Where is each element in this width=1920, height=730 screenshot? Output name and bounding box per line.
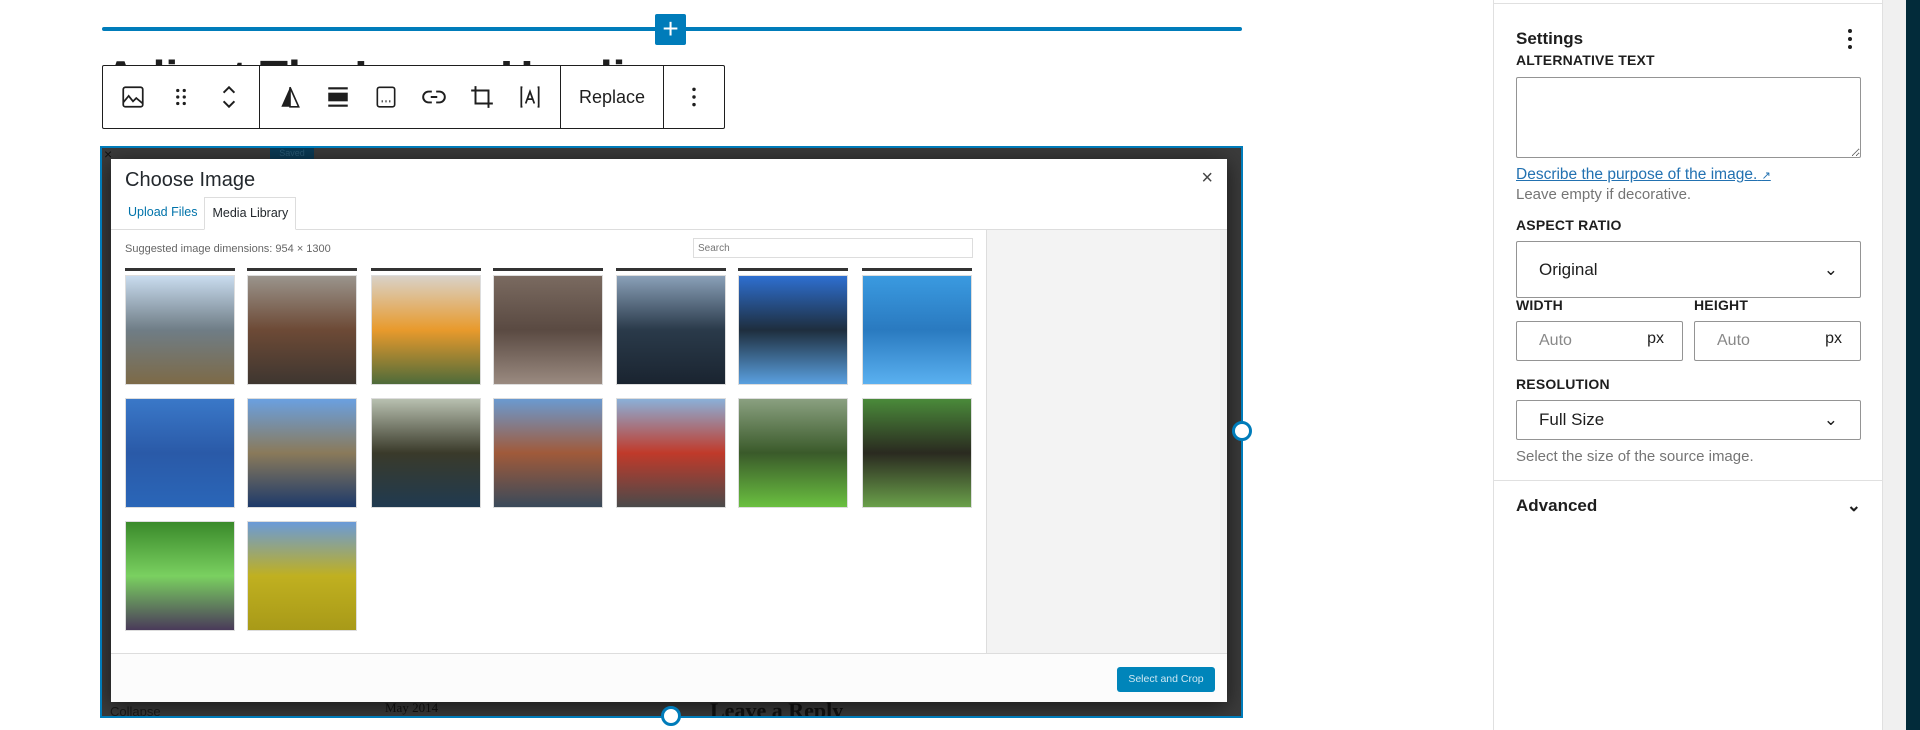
replace-button[interactable]: Replace xyxy=(567,66,657,128)
image-icon[interactable] xyxy=(109,66,157,128)
caption-icon[interactable] xyxy=(362,66,410,128)
media-thumbnail[interactable] xyxy=(862,275,972,385)
suggested-dimensions: Suggested image dimensions: 954 × 1300 xyxy=(125,243,331,255)
media-thumbnail[interactable] xyxy=(371,275,481,385)
media-thumbnail[interactable] xyxy=(247,521,357,631)
crop-icon[interactable] xyxy=(458,66,506,128)
add-block-button[interactable]: + xyxy=(655,14,686,45)
media-thumbnail[interactable] xyxy=(247,275,357,385)
aspect-ratio-select[interactable]: Original ⌄ xyxy=(1516,241,1861,298)
partial-thumbnail[interactable] xyxy=(371,268,481,271)
media-thumbnail[interactable] xyxy=(125,275,235,385)
divider xyxy=(1494,3,1882,4)
media-thumbnail[interactable] xyxy=(125,521,235,631)
resize-handle-bottom[interactable] xyxy=(661,706,681,726)
tab-media-library[interactable]: Media Library xyxy=(204,197,297,230)
more-options-icon[interactable] xyxy=(670,66,718,128)
archive-label: May 2014 xyxy=(385,700,439,715)
close-icon[interactable]: × xyxy=(1201,167,1213,190)
media-thumbnail[interactable] xyxy=(616,275,726,385)
partial-thumbnail[interactable] xyxy=(493,268,603,271)
image-block-preview[interactable]: × Saved Collapse May 2014 Leave a Reply … xyxy=(100,146,1243,718)
modal-footer: Select and Crop xyxy=(111,653,1227,702)
duotone-icon[interactable] xyxy=(266,66,314,128)
move-up-down-icon[interactable] xyxy=(205,66,253,128)
link-icon[interactable] xyxy=(410,66,458,128)
media-thumbnail[interactable] xyxy=(493,398,603,508)
height-placeholder: Auto xyxy=(1717,332,1750,349)
collapse-menu-label: Collapse xyxy=(110,704,161,718)
partial-thumbnail[interactable] xyxy=(616,268,726,271)
chevron-down-icon: ⌄ xyxy=(1823,410,1838,429)
describe-purpose-link[interactable]: Describe the purpose of the image. ↗ xyxy=(1516,166,1771,184)
resize-handle-right[interactable] xyxy=(1232,421,1252,441)
drag-handle-icon[interactable] xyxy=(157,66,205,128)
media-thumbnail[interactable] xyxy=(493,275,603,385)
aspect-ratio-value: Original xyxy=(1539,259,1598,279)
width-placeholder: Auto xyxy=(1539,332,1572,349)
alt-help-text: Leave empty if decorative. xyxy=(1516,186,1692,203)
chevron-down-icon: ⌄ xyxy=(1823,259,1838,279)
advanced-section-toggle[interactable]: Advanced ⌄ xyxy=(1516,496,1861,516)
media-thumbnail[interactable] xyxy=(125,398,235,508)
choose-image-modal: Choose Image × Upload Files Media Librar… xyxy=(111,159,1227,702)
settings-options-icon[interactable] xyxy=(1840,26,1860,52)
media-thumbnail[interactable] xyxy=(738,275,848,385)
align-icon[interactable] xyxy=(314,66,362,128)
partial-thumbnail[interactable] xyxy=(862,268,972,271)
partial-thumbnail[interactable] xyxy=(247,268,357,271)
block-toolbar: Replace xyxy=(102,65,726,129)
modal-tabs: Upload Files Media Library xyxy=(111,197,1227,230)
width-input[interactable]: Auto px xyxy=(1516,321,1683,361)
media-search-input[interactable] xyxy=(693,238,973,258)
select-and-crop-button[interactable]: Select and Crop xyxy=(1117,667,1215,692)
media-thumbnail[interactable] xyxy=(247,398,357,508)
partial-thumbnail[interactable] xyxy=(125,268,235,271)
window-edge xyxy=(1906,0,1920,730)
alt-text-input[interactable] xyxy=(1516,77,1861,158)
resolution-label: RESOLUTION xyxy=(1516,376,1610,392)
media-thumbnail[interactable] xyxy=(371,398,481,508)
media-library-content: Suggested image dimensions: 954 × 1300 xyxy=(111,230,986,653)
attachment-details-sidebar xyxy=(986,230,1227,653)
external-link-icon: ↗ xyxy=(1761,170,1771,182)
media-thumbnail[interactable] xyxy=(862,398,972,508)
media-thumbnail[interactable] xyxy=(616,398,726,508)
text-overlay-icon[interactable] xyxy=(506,66,554,128)
resolution-select[interactable]: Full Size ⌄ xyxy=(1516,400,1861,440)
width-label: WIDTH xyxy=(1516,297,1563,313)
aspect-ratio-label: ASPECT RATIO xyxy=(1516,217,1622,233)
media-thumbnail[interactable] xyxy=(738,398,848,508)
alt-text-label: ALTERNATIVE TEXT xyxy=(1516,52,1655,68)
resolution-help-text: Select the size of the source image. xyxy=(1516,448,1754,465)
divider xyxy=(1494,480,1882,481)
width-unit: px xyxy=(1647,330,1664,347)
tab-upload-files[interactable]: Upload Files xyxy=(121,197,204,230)
height-unit: px xyxy=(1825,330,1842,347)
resolution-value: Full Size xyxy=(1539,410,1605,429)
height-label: HEIGHT xyxy=(1694,297,1749,313)
chevron-down-icon: ⌄ xyxy=(1846,496,1861,515)
settings-title: Settings xyxy=(1516,29,1584,48)
settings-panel: Settings ALTERNATIVE TEXT Describe the p… xyxy=(1493,0,1883,730)
advanced-label: Advanced xyxy=(1516,496,1598,515)
height-input[interactable]: Auto px xyxy=(1694,321,1861,361)
panel-gutter xyxy=(1883,0,1906,730)
modal-title: Choose Image xyxy=(125,169,256,191)
describe-purpose-text[interactable]: Describe the purpose of the image. xyxy=(1516,166,1757,183)
partial-thumbnail[interactable] xyxy=(738,268,848,271)
